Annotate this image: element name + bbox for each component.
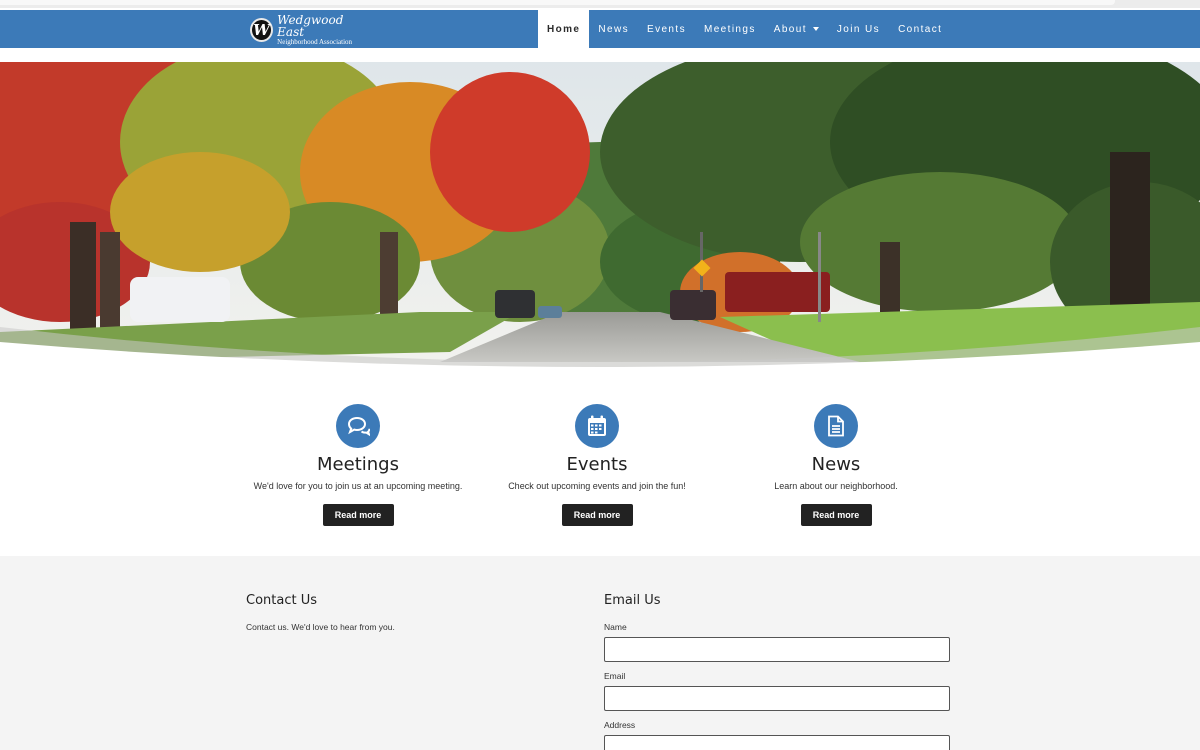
contact-section: Contact Us Contact us. We'd love to hear… (0, 556, 1200, 750)
nav-about[interactable]: About (765, 10, 828, 48)
contact-heading: Contact Us (246, 593, 317, 608)
logo-emblem: W (250, 18, 274, 42)
nav-events[interactable]: Events (638, 10, 695, 48)
contact-us-block: Contact Us Contact us. We'd love to hear… (246, 593, 395, 632)
read-more-button[interactable]: Read more (322, 504, 394, 526)
hero-image (0, 62, 1200, 372)
read-more-button[interactable]: Read more (561, 504, 633, 526)
main-nav: Home News Events Meetings About Join Us … (538, 10, 951, 48)
nav-news[interactable]: News (589, 10, 638, 48)
email-form: Email Us Name Email Address (604, 593, 950, 750)
email-heading: Email Us (604, 593, 661, 608)
feature-title: News (811, 454, 861, 475)
nav-join[interactable]: Join Us (828, 10, 889, 48)
logo-title: Wedgwood East (277, 13, 344, 39)
email-field[interactable] (604, 686, 950, 711)
site-header: W Wedgwood East Neighborhood Association… (0, 10, 1200, 48)
address-field[interactable] (604, 735, 950, 750)
email-label: Email (604, 671, 626, 681)
nav-meetings[interactable]: Meetings (695, 10, 765, 48)
feature-card-news: News Learn about our neighborhood. Read … (716, 404, 956, 526)
features-section: Meetings We'd love for you to join us at… (0, 372, 1200, 556)
feature-title: Events (566, 454, 628, 475)
feature-title: Meetings (317, 454, 399, 475)
read-more-button[interactable]: Read more (800, 504, 872, 526)
address-label: Address (604, 720, 636, 730)
feature-card-events: Events Check out upcoming events and joi… (477, 404, 717, 526)
contact-text: Contact us. We'd love to hear from you. (246, 622, 395, 632)
feature-description: Check out upcoming events and join the f… (508, 481, 686, 491)
nav-about-label: About (773, 23, 807, 35)
document-icon[interactable] (814, 404, 858, 448)
logo-subtitle: Neighborhood Association (277, 38, 353, 46)
chat-bubbles-icon[interactable] (336, 404, 380, 448)
nav-contact[interactable]: Contact (889, 10, 951, 48)
nav-home[interactable]: Home (538, 10, 590, 48)
feature-card-meetings: Meetings We'd love for you to join us at… (238, 404, 478, 526)
site-logo[interactable]: W Wedgwood East Neighborhood Association (250, 13, 370, 46)
chevron-down-icon (812, 27, 819, 31)
browser-top-strip (0, 0, 1200, 8)
feature-description: Learn about our neighborhood. (774, 481, 898, 491)
calendar-icon[interactable] (575, 404, 619, 448)
name-label: Name (604, 622, 627, 632)
name-field[interactable] (604, 637, 950, 662)
feature-description: We'd love for you to join us at an upcom… (253, 481, 463, 491)
